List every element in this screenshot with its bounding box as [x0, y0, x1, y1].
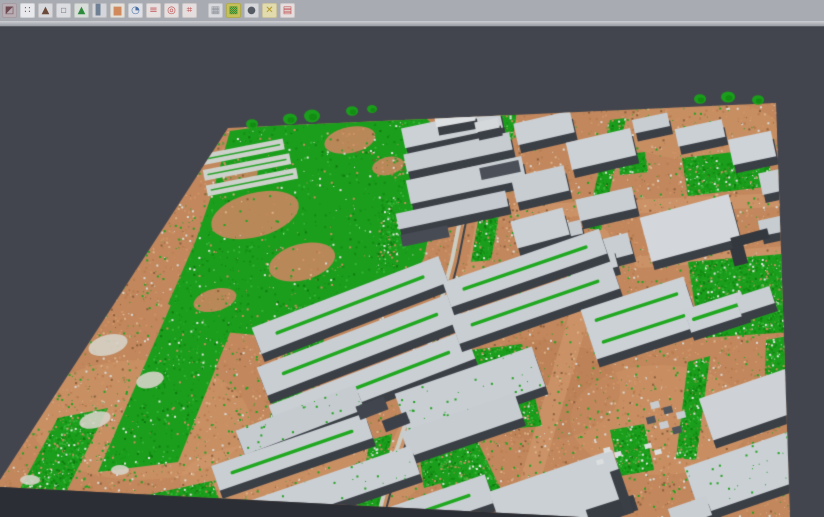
application-window: ◩∷▲▫▲▋▆◔≡◎⌗▦▩●✕▤: [0, 0, 824, 517]
profile-icon[interactable]: ▋: [92, 3, 107, 18]
terrain-icon[interactable]: ▲: [38, 3, 53, 18]
ortho-icon[interactable]: ▆: [110, 3, 125, 18]
vegetation-icon[interactable]: ▲: [74, 3, 89, 18]
globe-icon[interactable]: ◔: [128, 3, 143, 18]
toolbar-separator: [0, 21, 824, 27]
toolbar: ◩∷▲▫▲▋▆◔≡◎⌗▦▩●✕▤: [0, 0, 824, 21]
render-sphere-icon[interactable]: ●: [244, 3, 259, 18]
clip-box-icon[interactable]: ✕: [262, 3, 277, 18]
select-region-icon[interactable]: ⌗: [182, 3, 197, 18]
target-icon[interactable]: ◎: [164, 3, 179, 18]
tile-grid-icon[interactable]: ▫: [56, 3, 71, 18]
raster-icon[interactable]: ▦: [208, 3, 223, 18]
point-cloud-icon[interactable]: ∷: [20, 3, 35, 18]
open-project-icon[interactable]: ◩: [2, 3, 17, 18]
classification-icon[interactable]: ▩: [226, 3, 241, 18]
flag-icon[interactable]: ▤: [280, 3, 295, 18]
point-cloud-3d-scene[interactable]: [0, 0, 824, 517]
legend-icon[interactable]: ≡: [146, 3, 161, 18]
